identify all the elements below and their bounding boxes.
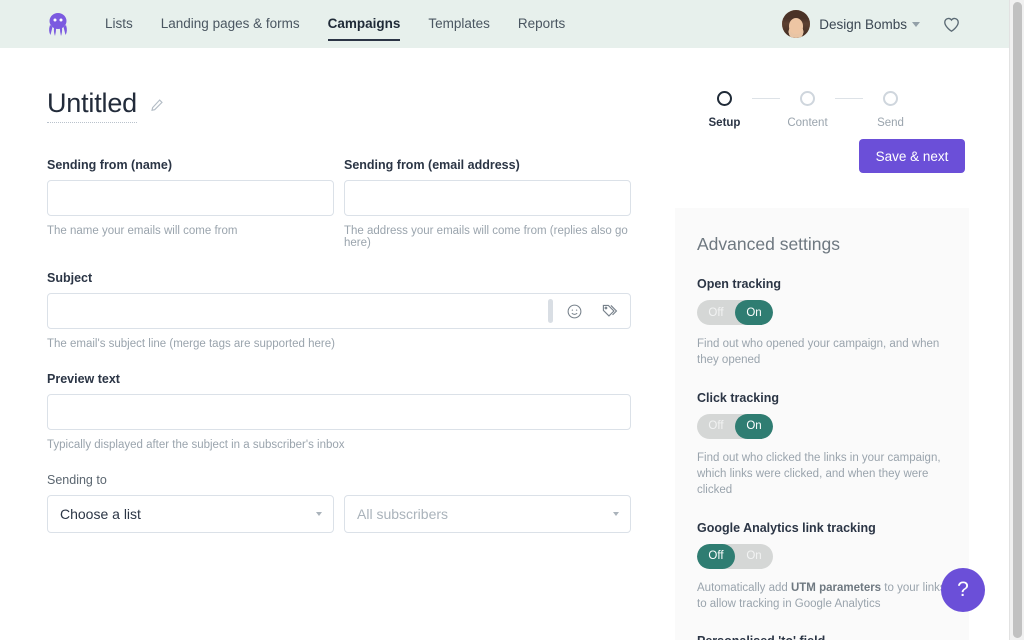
- toggle-off-label[interactable]: Off: [697, 300, 735, 325]
- setting-click-tracking-desc: Find out who clicked the links in your c…: [697, 451, 941, 497]
- help-button[interactable]: ?: [941, 568, 985, 612]
- nav-item-templates[interactable]: Templates: [414, 0, 504, 48]
- chevron-down-icon[interactable]: [912, 21, 920, 27]
- setting-open-tracking-label: Open tracking: [697, 277, 782, 291]
- preview-text-group: Preview text Typically displayed after t…: [47, 372, 631, 451]
- campaign-setup-page: Lists Landing pages & forms Campaigns Te…: [0, 0, 1024, 640]
- sending-from-name-helper: The name your emails will come from: [47, 225, 238, 237]
- advanced-settings-panel: Advanced settings Open tracking Off On F…: [675, 208, 969, 640]
- nav-item-campaigns[interactable]: Campaigns: [314, 0, 415, 48]
- segment-select[interactable]: All subscribers: [344, 495, 631, 533]
- ga-desc-pre: Automatically add: [697, 581, 791, 594]
- avatar[interactable]: [782, 10, 811, 38]
- main-content: Untitled Setup Content Send Save & next …: [0, 48, 1009, 640]
- toggle-on-label[interactable]: On: [735, 544, 773, 569]
- nav-account-area: Design Bombs: [782, 10, 1009, 38]
- chevron-down-icon: [316, 512, 322, 516]
- subject-group: Subject The email's subject line (merge …: [47, 271, 631, 350]
- step-content[interactable]: Content: [780, 91, 835, 129]
- sending-from-name-input[interactable]: [47, 180, 334, 216]
- pencil-icon[interactable]: [150, 98, 164, 117]
- step-setup-dot: [717, 91, 732, 106]
- sender-fields-row: Sending from (name) The name your emails…: [47, 158, 631, 249]
- advanced-settings-title: Advanced settings: [697, 234, 841, 254]
- step-connector: [752, 98, 780, 99]
- subject-input-wrapper: [47, 293, 631, 329]
- heart-icon[interactable]: [942, 15, 961, 34]
- setting-click-tracking: Click tracking Off On Find out who click…: [697, 391, 949, 499]
- step-indicator: Setup Content Send: [697, 91, 918, 129]
- ga-desc-bold: UTM parameters: [790, 581, 882, 594]
- step-send-label: Send: [877, 117, 904, 129]
- step-connector: [835, 98, 863, 99]
- step-send[interactable]: Send: [863, 91, 918, 129]
- emoji-smiley-icon[interactable]: [566, 303, 583, 320]
- sending-from-name-group: Sending from (name) The name your emails…: [47, 158, 334, 249]
- list-select-value: Choose a list: [60, 506, 141, 522]
- subject-input[interactable]: [47, 293, 631, 329]
- preview-text-label: Preview text: [47, 372, 120, 386]
- setting-google-analytics-desc: Automatically add UTM parameters to your…: [697, 580, 949, 613]
- setting-open-tracking: Open tracking Off On Find out who opened…: [697, 277, 949, 369]
- subject-icon-group: [566, 293, 619, 329]
- sending-from-email-label: Sending from (email address): [344, 158, 520, 172]
- list-select[interactable]: Choose a list: [47, 495, 334, 533]
- segment-select-value: All subscribers: [357, 506, 449, 522]
- top-navigation-bar: Lists Landing pages & forms Campaigns Te…: [0, 0, 1009, 48]
- google-analytics-toggle[interactable]: Off On: [697, 543, 773, 569]
- step-send-dot: [883, 91, 898, 106]
- sending-from-email-group: Sending from (email address) The address…: [344, 158, 631, 249]
- click-tracking-toggle[interactable]: Off On: [697, 413, 773, 439]
- setting-personalised-to-field: Personalised 'to' field Off On Show the …: [697, 634, 949, 640]
- account-name[interactable]: Design Bombs: [819, 17, 907, 32]
- setting-google-analytics-label: Google Analytics link tracking: [697, 520, 876, 535]
- campaign-setup-form: Sending from (name) The name your emails…: [47, 158, 631, 533]
- toggle-on-label[interactable]: On: [735, 300, 773, 325]
- page-title-row: Untitled: [47, 88, 164, 123]
- sending-from-email-input[interactable]: [344, 180, 631, 216]
- step-setup-label: Setup: [708, 117, 741, 129]
- toggle-off-label[interactable]: Off: [697, 543, 735, 569]
- toggle-on-label[interactable]: On: [735, 413, 773, 439]
- subject-cursor-bar: [548, 299, 553, 323]
- setting-click-tracking-label: Click tracking: [697, 390, 779, 405]
- sending-to-label: Sending to: [47, 473, 107, 487]
- open-tracking-toggle[interactable]: Off On: [697, 300, 773, 325]
- preview-text-input[interactable]: [47, 394, 631, 430]
- save-and-next-button[interactable]: Save & next: [859, 139, 965, 173]
- setting-open-tracking-desc: Find out who opened your campaign, and w…: [697, 338, 940, 367]
- step-content-dot: [800, 91, 815, 106]
- nav-links: Lists Landing pages & forms Campaigns Te…: [91, 0, 579, 48]
- setting-personalised-to-label: Personalised 'to' field: [697, 634, 949, 640]
- scrollbar-thumb[interactable]: [1013, 2, 1022, 638]
- step-setup[interactable]: Setup: [697, 91, 752, 129]
- page-scrollbar[interactable]: [1009, 0, 1024, 640]
- sending-from-name-label: Sending from (name): [47, 158, 173, 172]
- nav-item-reports[interactable]: Reports: [504, 0, 579, 48]
- nav-item-lists[interactable]: Lists: [91, 0, 147, 48]
- sending-to-group: Sending to Choose a list All subscribers: [47, 473, 631, 533]
- subject-helper: The email's subject line (merge tags are…: [47, 338, 335, 350]
- merge-tag-icon[interactable]: [601, 302, 619, 320]
- step-content-label: Content: [787, 117, 828, 129]
- sending-to-selects: Choose a list All subscribers: [47, 495, 631, 533]
- octopus-logo[interactable]: [43, 9, 73, 39]
- page-title[interactable]: Untitled: [47, 88, 137, 123]
- toggle-off-label[interactable]: Off: [697, 414, 735, 439]
- sending-from-email-helper: The address your emails will come from (…: [344, 225, 628, 249]
- nav-item-landing-pages[interactable]: Landing pages & forms: [147, 0, 314, 48]
- chevron-down-icon: [613, 512, 619, 516]
- avatar-face: [789, 18, 804, 34]
- preview-text-helper: Typically displayed after the subject in…: [47, 439, 345, 451]
- subject-label: Subject: [47, 271, 93, 285]
- setting-google-analytics: Google Analytics link tracking Off On Au…: [697, 521, 949, 613]
